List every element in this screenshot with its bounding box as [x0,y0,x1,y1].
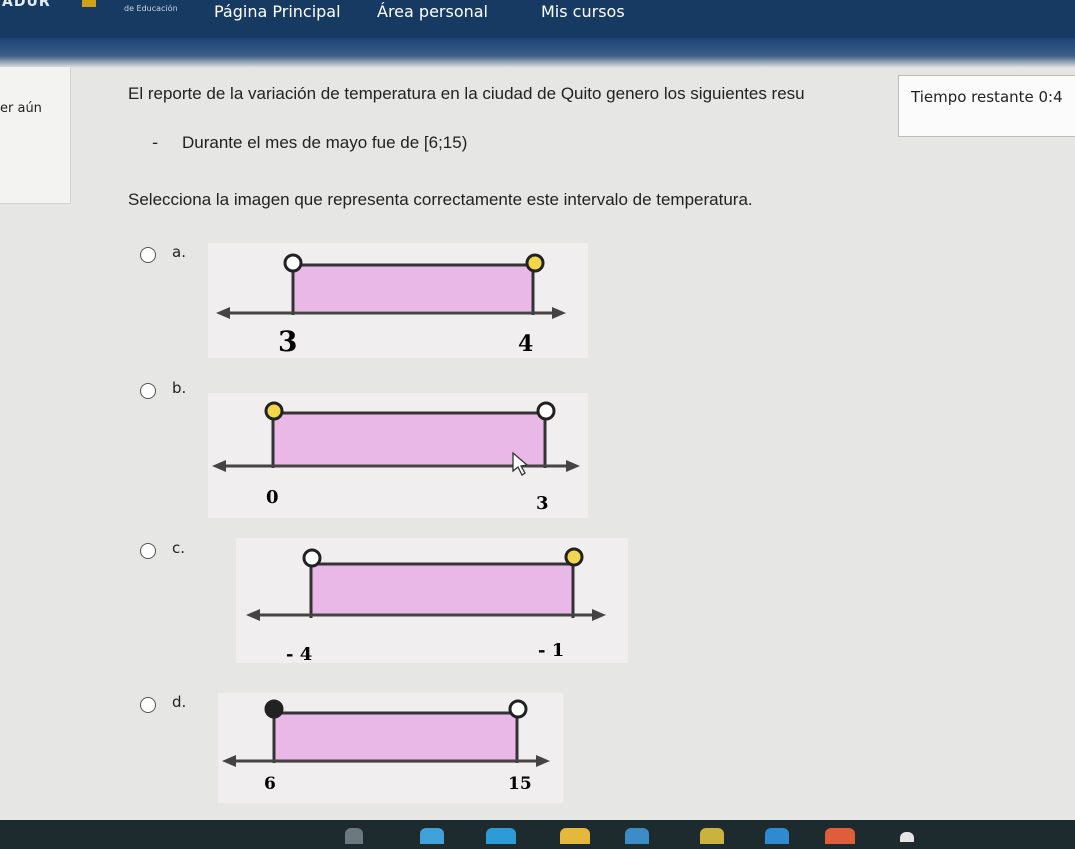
option-a-left-point [283,253,303,273]
edge-icon[interactable] [420,828,444,844]
site-logo[interactable]: ADUR [2,0,51,10]
option-a-arrow-left [216,307,230,319]
logo-accent [82,0,96,7]
option-d-right-label: 15 [508,774,532,794]
option-d-arrow-left [222,755,236,767]
header-band [0,38,1075,68]
option-b-left-point [264,401,284,421]
option-b-left-label: 0 [266,487,279,508]
app-icon-red[interactable] [825,828,855,844]
question-text: El reporte de la variación de temperatur… [128,84,805,103]
settings-gear-icon[interactable] [900,832,914,842]
option-c-interval-fill [311,564,573,616]
question-interval: Durante el mes de mayo fue de [6;15) [182,133,468,152]
option-c-number-line[interactable]: - 4 - 1 [236,538,628,663]
option-a-right-label: 4 [518,331,533,357]
option-a-arrow-right [552,307,566,319]
option-d-left-point [264,699,284,719]
option-b-number-line[interactable]: 0 3 [208,393,588,518]
option-a-letter: a. [172,243,186,261]
site-logo-subtitle: de Educación [124,4,178,13]
nav-pagina-principal[interactable]: Página Principal [214,2,341,21]
option-b-arrow-left [212,460,226,472]
option-b-right-point [536,401,556,421]
app-icon-blue[interactable] [765,828,789,844]
option-b-interval-fill [273,413,545,467]
top-navigation-bar: ADUR de Educación Página Principal Área … [0,0,1075,38]
option-a-number-line[interactable]: 3 4 [208,243,588,358]
option-b-radio[interactable] [140,383,156,399]
app-icon-yellow[interactable] [700,828,724,844]
option-a-radio[interactable] [140,247,156,263]
taskview-icon[interactable] [345,828,363,844]
option-d-left-label: 6 [264,774,276,794]
browser-icon[interactable] [486,828,516,844]
option-b-right-label: 3 [536,493,549,514]
option-c-arrow-right [592,609,606,621]
option-d-number-line[interactable]: 6 15 [218,693,563,803]
option-c-letter: c. [172,539,186,557]
option-a-right-point [525,253,545,273]
option-d-interval-fill [274,713,517,763]
nav-area-personal[interactable]: Área personal [377,2,488,21]
option-d-right-point [508,699,528,719]
option-b-letter: b. [172,379,187,397]
option-d-letter: d. [172,693,187,711]
os-taskbar [0,820,1075,849]
quiz-status-text: er aún [0,101,42,116]
timer-box: Tiempo restante 0:4 [898,75,1075,137]
nav-mis-cursos[interactable]: Mis cursos [541,2,625,21]
timer-label: Tiempo restante 0:4 [911,88,1063,106]
quiz-navigation-block: er aún [0,66,71,204]
option-b-arrow-right [566,460,580,472]
option-c-left-label: - 4 [286,644,312,663]
option-c-arrow-left [246,609,260,621]
folder-icon[interactable] [560,828,590,844]
question-instruction: Selecciona la imagen que representa corr… [128,190,753,209]
option-c-radio[interactable] [140,543,156,559]
option-c-right-label: - 1 [538,640,564,661]
option-c-right-point [564,547,584,567]
store-icon[interactable] [625,828,649,844]
option-d-arrow-right [536,755,550,767]
option-c-left-point [302,548,322,568]
option-a-interval-fill [293,265,533,311]
option-d-radio[interactable] [140,697,156,713]
question-dash: - [152,133,159,153]
option-a-left-label: 3 [278,325,297,358]
